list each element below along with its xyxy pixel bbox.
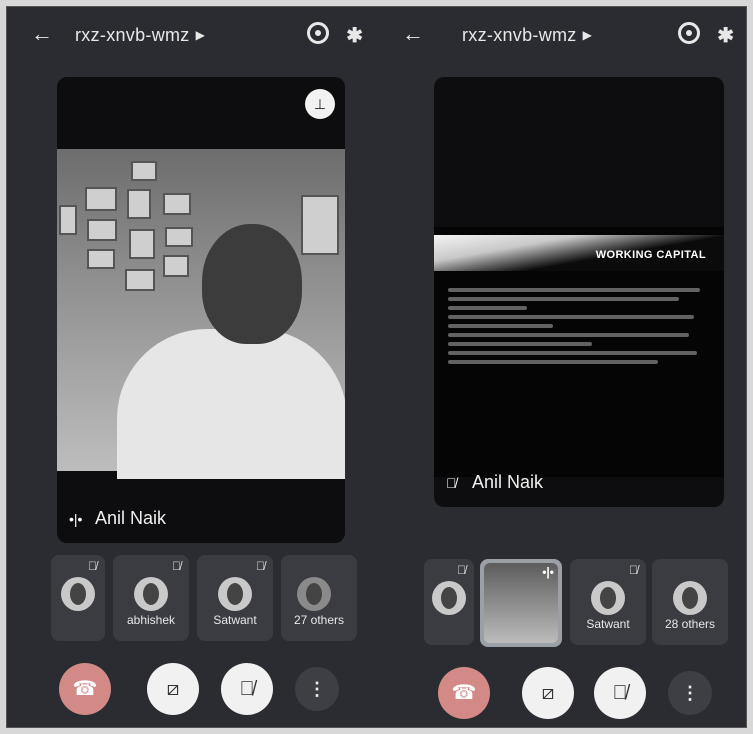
speaker-label: 🎙̸ Anil Naik [446,472,543,493]
participant-name: 27 others [293,613,345,627]
mic-off-icon: 🎙̸ [446,475,457,491]
participant-tile[interactable]: 🎙̸ Satwant [197,555,273,641]
audio-wave-icon: •|• [69,511,83,527]
avatar [61,577,95,611]
avatar [134,577,168,611]
mic-off-icon: 🎙̸ [629,563,638,577]
participant-tile[interactable]: 🎙̸ [424,559,474,645]
mic-off-icon: 🎙̸ [457,563,466,577]
speaker-body [117,329,345,479]
participant-tile[interactable]: 🎙̸ abhishek [113,555,189,641]
participant-name: Satwant [213,613,257,627]
mic-off-icon: 🎙̸ [256,559,265,573]
mic-off-icon: 🎙̸ [88,559,97,573]
wall-photo [165,227,193,247]
wall-photo [87,219,117,241]
call-controls: ☎ ⧄ 🎙̸ ⋮ [438,667,738,719]
more-options-button[interactable]: ⋮ [295,667,339,711]
chevron-right-icon: ▶ [195,28,206,42]
participant-tile[interactable]: 🎙̸ [51,555,105,641]
participant-strip: 🎙̸ •|• 🎙̸ Satwant 28 others [424,559,728,649]
wall-photo [87,249,115,269]
others-tile[interactable]: 28 others [652,559,728,645]
switch-camera-icon[interactable] [307,22,329,44]
participant-name: Satwant [586,617,630,631]
wall-photo [127,189,151,219]
wall-photo [59,205,77,235]
speaker-video [57,149,345,479]
back-arrow-icon[interactable]: ← [31,23,53,45]
meeting-code[interactable]: rxz-xnvb-wmz ▶ [462,25,592,46]
end-call-button[interactable]: ☎ [59,663,111,715]
call-controls: ☎ ⧄ 🎙̸ ⋮ [59,663,359,715]
mic-off-button[interactable]: 🎙̸ [594,667,646,719]
more-options-button[interactable]: ⋮ [668,671,712,715]
switch-camera-icon[interactable] [678,22,700,44]
right-call-view: ← rxz-xnvb-wmz ▶ ✱ WORKING CAPITAL 🎙̸ Anil… [378,7,748,727]
wall-photo [301,195,339,255]
self-preview-tile[interactable]: •|• [480,559,562,647]
wall-photo [129,229,155,259]
slide-bullets [448,283,710,369]
screenshot-frame: ← rxz-xnvb-wmz ▶ ✱ ⊥ •|• Anil Naik 🎙̸ 🎙̸… [6,6,747,728]
mic-off-icon: 🎙̸ [172,559,181,573]
left-call-view: ← rxz-xnvb-wmz ▶ ✱ ⊥ •|• Anil Naik 🎙̸ 🎙̸… [7,7,377,727]
participant-name: 28 others [664,617,716,631]
bluetooth-icon[interactable]: ✱ [346,23,363,48]
wall-photo [163,193,191,215]
wall-photo [131,161,157,181]
avatar [218,577,252,611]
speaker-name: Anil Naik [472,472,544,492]
back-arrow-icon[interactable]: ← [402,23,424,45]
chevron-right-icon: ▶ [582,28,593,42]
presentation-stage[interactable]: WORKING CAPITAL 🎙̸ Anil Naik [434,77,724,507]
audio-wave-icon: •|• [542,565,554,579]
wall-photo [163,255,189,277]
others-tile[interactable]: T 27 others [281,555,357,641]
top-bar: ← rxz-xnvb-wmz ▶ ✱ [378,21,748,51]
participant-strip: 🎙̸ 🎙̸ abhishek 🎙̸ Satwant T 27 others [51,555,357,645]
avatar [432,581,466,615]
presentation-slide: WORKING CAPITAL [434,227,724,477]
speaker-name: Anil Naik [95,508,167,528]
wall-photo [85,187,117,211]
avatar [673,581,707,615]
bluetooth-icon[interactable]: ✱ [717,23,734,48]
avatar: T [297,577,331,611]
top-bar: ← rxz-xnvb-wmz ▶ ✱ [7,21,377,51]
mic-off-button[interactable]: 🎙̸ [221,663,273,715]
speaker-head [202,224,302,344]
camera-off-button[interactable]: ⧄ [522,667,574,719]
wall-photo [125,269,155,291]
speaker-label: •|• Anil Naik [69,508,166,529]
camera-off-button[interactable]: ⧄ [147,663,199,715]
meeting-code[interactable]: rxz-xnvb-wmz ▶ [75,25,205,46]
main-video-stage[interactable]: ⊥ •|• Anil Naik [57,77,345,543]
participant-name: abhishek [126,613,176,627]
participant-tile[interactable]: 🎙̸ Satwant [570,559,646,645]
slide-title: WORKING CAPITAL [595,249,706,261]
avatar [591,581,625,615]
pin-icon[interactable]: ⊥ [305,89,335,119]
end-call-button[interactable]: ☎ [438,667,490,719]
